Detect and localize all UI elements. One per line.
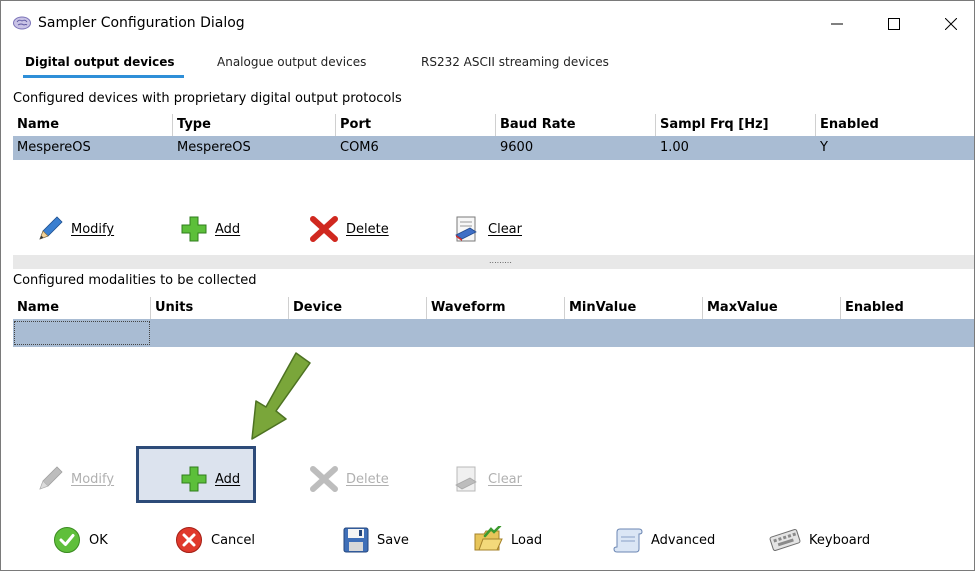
devices-add-button[interactable]: Add <box>181 209 240 249</box>
sampler-configuration-dialog: Sampler Configuration Dialog Digital out… <box>0 0 975 571</box>
modalities-add-button[interactable]: Add <box>181 459 240 499</box>
cell-baud-rate: 9600 <box>500 140 534 155</box>
eraser-document-icon <box>455 466 477 492</box>
save-button[interactable]: Save <box>343 524 409 556</box>
cancel-button[interactable]: Cancel <box>175 524 255 556</box>
advanced-button[interactable]: Advanced <box>613 524 715 556</box>
column-header-port[interactable]: Port <box>336 114 496 136</box>
column-header-enabled[interactable]: Enabled <box>841 297 974 319</box>
devices-clear-button[interactable]: Clear <box>454 209 522 249</box>
modalities-grid: Name Units Device Waveform MinValue MaxV… <box>13 297 974 347</box>
panel-splitter[interactable]: ......... <box>13 255 974 269</box>
devices-delete-button[interactable]: Delete <box>310 209 389 249</box>
delete-x-icon <box>310 216 338 242</box>
cell-sampl-frq: 1.00 <box>660 140 689 155</box>
cell-name: MespereOS <box>17 140 91 155</box>
minimize-button[interactable] <box>814 1 860 47</box>
advanced-label: Advanced <box>651 532 716 548</box>
modalities-delete-label: Delete <box>346 471 389 487</box>
table-row[interactable]: MespereOS MespereOS COM6 9600 1.00 Y <box>13 136 974 160</box>
checkmark-circle-icon <box>54 527 80 553</box>
modalities-delete-button[interactable]: Delete <box>310 459 389 499</box>
tab-digital-output-devices[interactable]: Digital output devices <box>25 55 175 69</box>
eraser-document-icon <box>455 216 477 242</box>
load-button[interactable]: Load <box>473 524 542 556</box>
delete-x-icon <box>310 466 338 492</box>
close-button[interactable] <box>928 1 974 47</box>
focused-cell[interactable] <box>14 321 150 345</box>
ok-label: OK <box>89 532 108 548</box>
keyboard-icon <box>769 529 801 551</box>
modalities-clear-label: Clear <box>488 471 522 487</box>
devices-grid-header: Name Type Port Baud Rate Sampl Frq [Hz] … <box>13 114 974 136</box>
load-label: Load <box>511 532 543 548</box>
tab-analogue-output-devices[interactable]: Analogue output devices <box>217 55 366 69</box>
table-row[interactable] <box>13 319 974 347</box>
window-title: Sampler Configuration Dialog <box>38 15 245 31</box>
ok-button[interactable]: OK <box>53 524 108 556</box>
modalities-modify-button[interactable]: Modify <box>37 459 114 499</box>
column-header-minvalue[interactable]: MinValue <box>565 297 703 319</box>
plus-icon <box>181 216 207 242</box>
maximize-icon <box>888 18 900 30</box>
maximize-button[interactable] <box>871 1 917 47</box>
app-brain-icon <box>13 16 31 30</box>
minimize-icon <box>831 23 843 25</box>
tab-rs232-ascii-streaming-devices[interactable]: RS232 ASCII streaming devices <box>421 55 609 69</box>
modalities-grid-header: Name Units Device Waveform MinValue MaxV… <box>13 297 974 319</box>
cell-enabled: Y <box>820 140 828 155</box>
floppy-disk-icon <box>343 527 369 553</box>
column-header-waveform[interactable]: Waveform <box>427 297 565 319</box>
cell-port: COM6 <box>340 140 379 155</box>
column-header-sampl-frq[interactable]: Sampl Frq [Hz] <box>656 114 816 136</box>
splitter-grip: ......... <box>489 256 512 265</box>
modalities-add-label: Add <box>215 471 241 487</box>
devices-modify-button[interactable]: Modify <box>37 209 114 249</box>
folder-open-icon <box>474 526 503 551</box>
keyboard-label: Keyboard <box>809 532 871 548</box>
close-icon <box>945 18 957 30</box>
column-header-enabled[interactable]: Enabled <box>816 114 974 136</box>
modalities-clear-button[interactable]: Clear <box>454 459 522 499</box>
devices-modify-label: Modify <box>71 221 115 237</box>
column-header-name[interactable]: Name <box>13 114 173 136</box>
active-tab-indicator <box>23 75 184 78</box>
pencil-icon <box>39 466 63 490</box>
devices-grid: Name Type Port Baud Rate Sampl Frq [Hz] … <box>13 114 974 160</box>
devices-section-label: Configured devices with proprietary digi… <box>13 91 402 106</box>
keyboard-button[interactable]: Keyboard <box>769 524 870 556</box>
devices-clear-label: Clear <box>488 221 522 237</box>
column-header-type[interactable]: Type <box>173 114 336 136</box>
column-header-name[interactable]: Name <box>13 297 151 319</box>
cancel-label: Cancel <box>211 532 256 548</box>
column-header-maxvalue[interactable]: MaxValue <box>703 297 841 319</box>
column-header-device[interactable]: Device <box>289 297 427 319</box>
devices-delete-label: Delete <box>346 221 389 237</box>
modalities-modify-label: Modify <box>71 471 115 487</box>
column-header-baud-rate[interactable]: Baud Rate <box>496 114 656 136</box>
pencil-icon <box>39 216 63 240</box>
cell-type: MespereOS <box>177 140 251 155</box>
column-header-units[interactable]: Units <box>151 297 289 319</box>
save-label: Save <box>377 532 409 548</box>
modalities-section-label: Configured modalities to be collected <box>13 273 257 288</box>
plus-icon <box>181 466 207 492</box>
devices-add-label: Add <box>215 221 241 237</box>
cancel-x-circle-icon <box>176 527 202 553</box>
green-arrow-icon <box>251 352 311 440</box>
scroll-document-icon <box>613 528 643 553</box>
title-bar: Sampler Configuration Dialog <box>1 1 974 47</box>
